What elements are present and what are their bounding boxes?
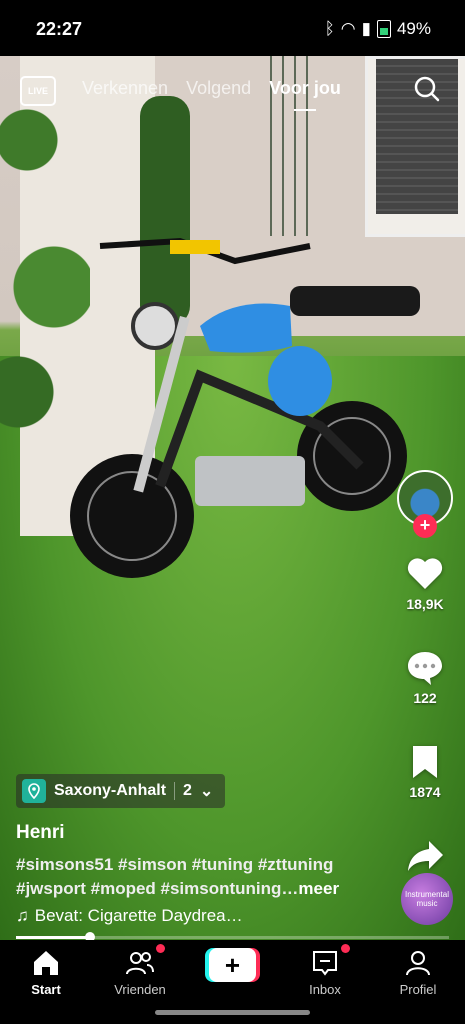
nav-inbox[interactable]: Inbox (285, 948, 365, 997)
nav-start-label: Start (31, 982, 61, 997)
save-action[interactable]: 1874 (405, 742, 445, 800)
nav-start[interactable]: Start (6, 948, 86, 997)
profile-icon (406, 951, 430, 976)
video-progress[interactable] (16, 932, 449, 942)
create-post-button[interactable]: + (205, 948, 260, 982)
share-arrow-icon (408, 841, 443, 871)
music-note-icon: ♫ (16, 906, 29, 925)
caption-text: #simsons51 #simson #tuning #zttuning #jw… (16, 855, 334, 898)
tab-volgend[interactable]: Volgend (186, 78, 251, 99)
status-icons: ᛒ ◠ ▮ 49% (325, 19, 431, 39)
wifi-icon: ◠ (340, 19, 356, 38)
follow-plus-icon[interactable]: + (413, 514, 437, 538)
chevron-down-icon: ⌄ (199, 783, 214, 800)
home-icon (34, 951, 58, 975)
bluetooth-icon: ᛒ (324, 19, 335, 38)
plus-icon: + (209, 948, 256, 982)
map-pin-icon (22, 779, 46, 803)
vrienden-notification-dot (156, 944, 165, 953)
location-count: 2 (183, 782, 192, 799)
friends-icon (126, 952, 154, 975)
location-name: Saxony-Anhalt (54, 782, 167, 799)
home-indicator (155, 1010, 310, 1015)
battery-level: 49% (396, 19, 431, 38)
post-caption[interactable]: #simsons51 #simson #tuning #zttuning #jw… (16, 853, 396, 901)
signal-icon: ▮ (361, 19, 371, 38)
tab-verkennen[interactable]: Verkennen (82, 78, 168, 99)
nav-vrienden[interactable]: Vrienden (100, 948, 180, 997)
status-bar: 22:27 ᛒ ◠ ▮ 49% (0, 0, 465, 56)
disc-label: Instrumental music (404, 890, 450, 908)
like-action[interactable]: 18,9K (405, 554, 445, 612)
feed-tabs: Verkennen Volgend Voor jou (82, 78, 341, 111)
nav-vrienden-label: Vrienden (114, 982, 166, 997)
top-navigation: LIVE Verkennen Volgend Voor jou (0, 72, 465, 112)
battery-icon (376, 20, 391, 38)
more-link[interactable]: meer (298, 879, 339, 898)
inbox-icon (313, 951, 337, 976)
creator-avatar[interactable]: + (397, 470, 453, 538)
live-button[interactable]: LIVE (20, 76, 56, 106)
comment-action[interactable]: 122 (405, 648, 445, 706)
action-rail: + 18,9K 122 1874 486 (397, 470, 453, 894)
status-time: 22:27 (36, 19, 83, 39)
save-count: 1874 (409, 784, 441, 800)
location-chip[interactable]: Saxony-Anhalt 2 ⌄ (16, 774, 226, 808)
comment-count: 122 (413, 690, 437, 706)
tab-voor-jou[interactable]: Voor jou (269, 78, 341, 111)
like-count: 18,9K (406, 596, 444, 612)
nav-profiel-label: Profiel (399, 982, 437, 997)
bookmark-icon (413, 746, 437, 778)
comment-icon (408, 652, 442, 685)
moped-image (70, 237, 420, 578)
location-divider (174, 782, 176, 800)
search-icon[interactable] (414, 76, 440, 102)
music-ticker[interactable]: ♫ Bevat: Cigarette Daydrea… (16, 906, 243, 926)
nav-profiel[interactable]: Profiel (378, 948, 458, 997)
progress-fill (16, 936, 90, 939)
author-name[interactable]: Henri (16, 822, 65, 844)
heart-icon (407, 558, 443, 589)
sound-disc[interactable]: Instrumental music (401, 873, 453, 925)
music-title: Bevat: Cigarette Daydrea… (34, 906, 243, 925)
inbox-notification-dot (341, 944, 350, 953)
nav-inbox-label: Inbox (309, 982, 341, 997)
